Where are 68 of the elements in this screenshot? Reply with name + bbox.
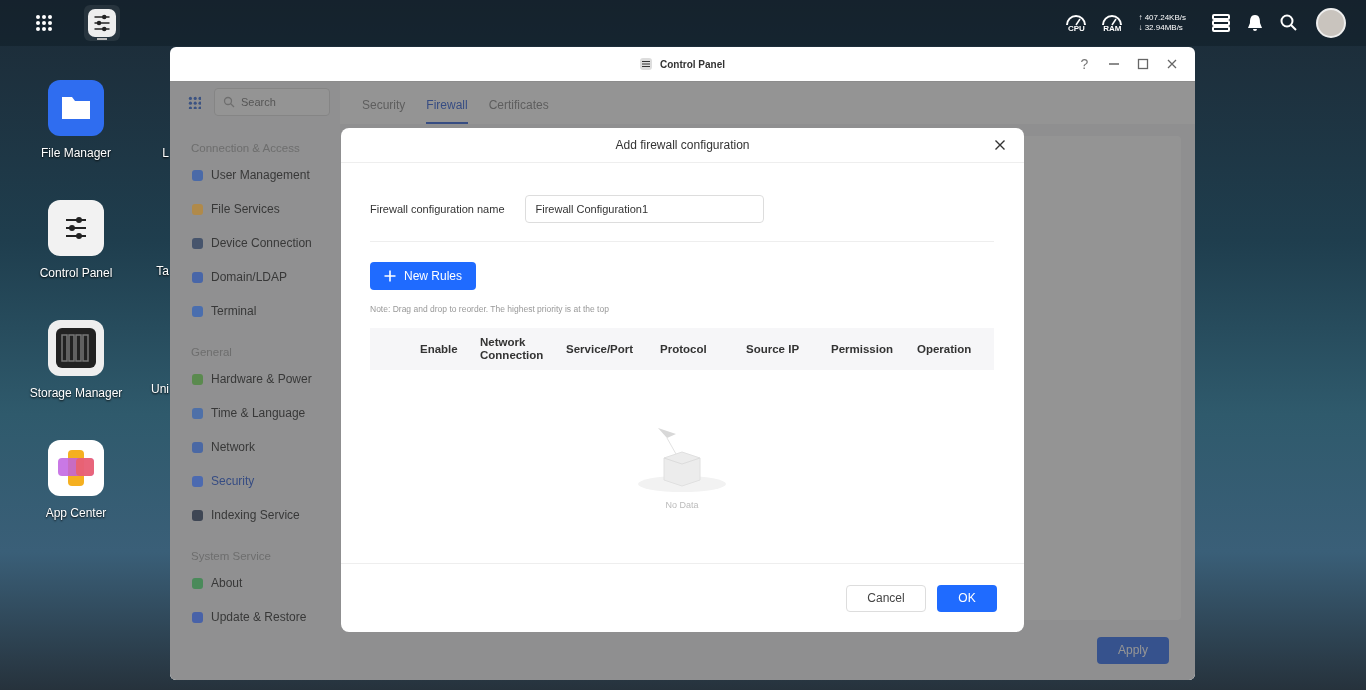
sidebar-item[interactable]: Domain/LDAP	[170, 260, 340, 294]
bell-icon	[1245, 13, 1265, 33]
sidebar-item[interactable]: Network	[170, 430, 340, 464]
shortcut-label: L	[162, 146, 169, 160]
window-title: Control Panel	[660, 58, 725, 70]
dialog-title: Add firewall configuration	[615, 138, 750, 152]
column-header: Network Connection	[480, 336, 545, 362]
avatar[interactable]	[1316, 8, 1346, 38]
sidebar-item[interactable]: Time & Language	[170, 396, 340, 430]
sliders-icon	[48, 200, 104, 256]
sidebar-item[interactable]: About	[170, 566, 340, 600]
shortcut-label: File Manager	[41, 146, 111, 160]
close-icon	[994, 139, 1006, 151]
server-icon	[1211, 13, 1231, 33]
shortcut-label: Uni	[151, 382, 169, 396]
plus-icon	[384, 270, 396, 282]
shortcut-label: App Center	[45, 506, 107, 520]
sidebar-item[interactable]: Security	[170, 464, 340, 498]
search-field[interactable]: Search	[214, 88, 330, 116]
folder-icon	[48, 80, 104, 136]
help-button[interactable]: ?	[1075, 55, 1094, 73]
sidebar-item[interactable]: Update & Restore	[170, 600, 340, 634]
grid-icon	[35, 14, 53, 32]
app-store-icon	[48, 440, 104, 496]
column-header: Permission	[831, 342, 894, 356]
shortcut-label: Storage Manager	[29, 386, 123, 400]
gauge-label: CPU	[1067, 23, 1085, 33]
gauge-icon	[1065, 13, 1088, 26]
taskbar-app-button[interactable]	[84, 5, 120, 41]
upload-speed: ↑ 407.24KB/s	[1138, 13, 1186, 23]
cancel-button[interactable]: Cancel	[846, 584, 926, 612]
field-label: Firewall configuration name	[370, 203, 505, 215]
active-indicator	[97, 38, 107, 40]
sidebar-item[interactable]: Indexing Service	[170, 498, 340, 532]
storage-icon	[48, 320, 104, 376]
grid-icon	[187, 95, 201, 109]
close-icon	[1165, 58, 1178, 70]
gauge-icon	[1101, 13, 1124, 26]
download-speed: ↓ 32.94MB/s	[1138, 23, 1184, 33]
sidebar-item[interactable]: Terminal	[170, 294, 340, 328]
column-header: Protocol	[660, 342, 708, 356]
desktop-shortcut[interactable]: Storage Manager	[26, 320, 126, 400]
sliders-icon	[640, 58, 652, 70]
desktop-shortcut[interactable]: App Center	[26, 440, 126, 520]
server-button[interactable]	[1210, 12, 1232, 34]
apply-button[interactable]: Apply	[1097, 636, 1169, 664]
gauge-label: RAM	[1103, 23, 1122, 33]
tab[interactable]: Firewall	[426, 82, 468, 124]
search-icon	[1279, 13, 1299, 33]
ok-button[interactable]: OK	[937, 584, 997, 612]
sidebar-item[interactable]: User Management	[170, 158, 340, 192]
column-header: Source IP	[746, 342, 801, 356]
note-text: Note: Drag and drop to reorder. The highest priority is at the top	[370, 304, 610, 314]
desktop-shortcut[interactable]: Control Panel	[26, 200, 126, 280]
shortcut-label: Control Panel	[39, 266, 113, 280]
column-header: Operation	[917, 342, 973, 356]
desktop-shortcut[interactable]: File Manager	[26, 80, 126, 160]
empty-state-text: No Data	[665, 500, 699, 510]
new-rules-button[interactable]: New Rules	[370, 262, 477, 290]
close-button[interactable]	[994, 139, 1006, 151]
shortcut-label: Ta	[156, 264, 169, 278]
maximize-icon	[1136, 58, 1149, 70]
column-header: Service/Port	[566, 342, 635, 356]
sidebar-item[interactable]: Hardware & Power	[170, 362, 340, 396]
name-field[interactable]: Firewall Configuration1	[524, 195, 764, 223]
column-header: Enable	[420, 342, 459, 356]
sidebar-item[interactable]: Device Connection	[170, 226, 340, 260]
sidebar-item[interactable]: File Services	[170, 192, 340, 226]
